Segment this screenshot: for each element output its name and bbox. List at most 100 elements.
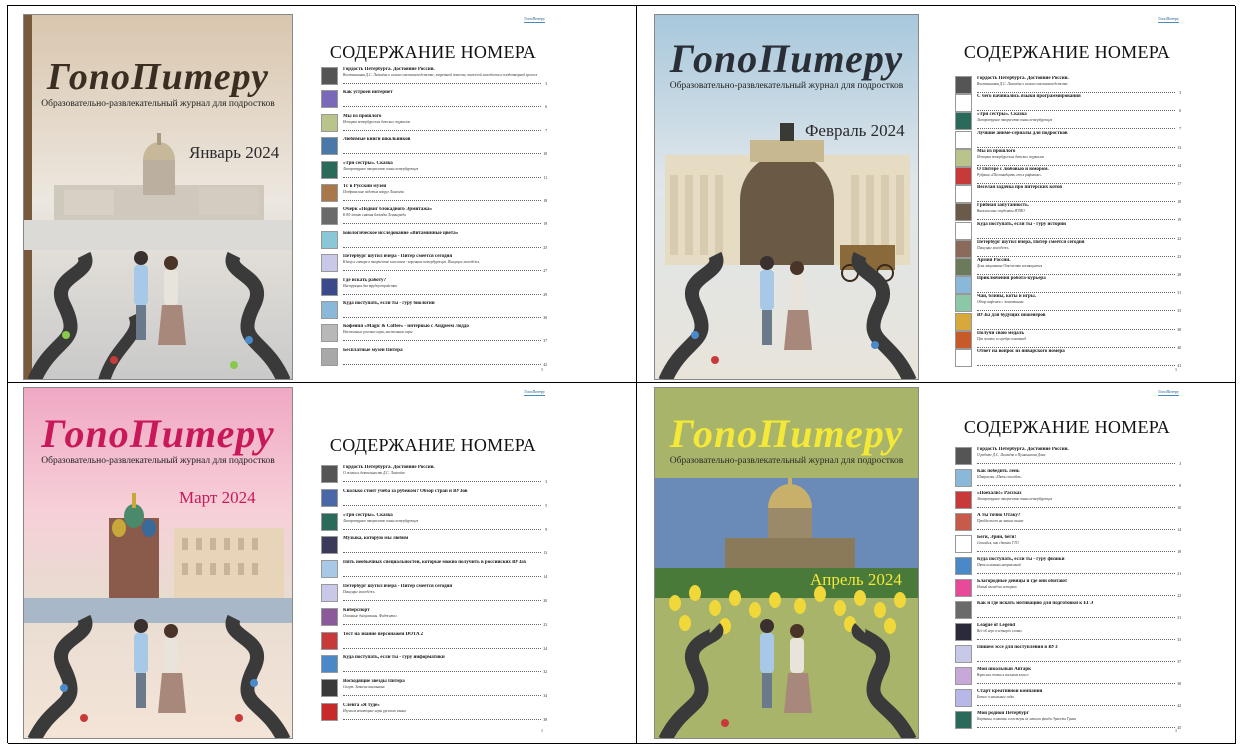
toc-entry[interactable]: Мы из прошлого История петербургских детс… xyxy=(321,113,547,134)
toc-entry[interactable]: Петербург шутил вчера - Питер смеётся се… xyxy=(321,254,547,274)
toc-entry-thumbnail xyxy=(955,349,972,367)
toc-entry[interactable]: Как победить лень Шпаргалка «Пять способо… xyxy=(955,469,1181,489)
toc-entry[interactable]: Биологическое исследование «Витаминные ц… xyxy=(321,230,547,251)
toc-entry-subtitle: Бизнес в школьные годы xyxy=(977,695,1014,699)
toc-entry-thumbnail xyxy=(321,560,338,579)
toc-entry[interactable]: Мой родной Петербург Картины, плакаты и п… xyxy=(955,711,1181,731)
toc-entry-subtitle: Изучаем некоторые игры русского языка xyxy=(343,709,406,713)
toc-entry[interactable]: Мы из прошлого История петербургских детс… xyxy=(955,148,1181,169)
toc-entry[interactable]: Киберспорт Основные дисциплины. Фиджитал 2… xyxy=(321,607,547,628)
toc-entry[interactable]: Гордость Петербурга. Достояние России. Во… xyxy=(955,76,1181,96)
toc-entry-page: 18 xyxy=(1177,550,1181,554)
toc-entry[interactable]: Куда поступать, если ты - гуру физики Пят… xyxy=(955,557,1181,577)
issue-february: ГопоПитеру Образовательно-развлекательны… xyxy=(637,6,1236,383)
toc-entry-title: Приключения робота-курьера xyxy=(977,276,1046,282)
cover-subtitle: Образовательно-развлекательный журнал дл… xyxy=(41,99,275,109)
toc-entry-title: Как победить лень xyxy=(977,469,1020,474)
toc-entry-leader xyxy=(977,661,1175,662)
toc-entry-page: 27 xyxy=(543,269,547,274)
toc-entry-thumbnail xyxy=(321,207,338,226)
toc-entry[interactable]: Куда поступать, если ты - гуру истории 22 xyxy=(955,221,1181,242)
toc-entry[interactable]: Куда поступать, если ты - гуру биологии 3… xyxy=(321,301,547,321)
toc-entry[interactable]: Куда поступать, если ты - гуру информати… xyxy=(321,655,547,675)
toc-entry[interactable]: Сленга «Я туде» Изучаем некоторые игры ру… xyxy=(321,703,547,723)
cover-subtitle: Образовательно-развлекательный журнал дл… xyxy=(41,456,275,466)
cover-march: ГопоПитеру Образовательно-развлекательны… xyxy=(23,387,293,739)
toc-entry-subtitle: О работе Д.С. Лихачёва в Пушкинском Доме xyxy=(977,453,1046,457)
toc-entry[interactable]: Беги, Эрни, беги! Спасайся, как сдавали Г… xyxy=(955,535,1181,555)
toc-entry[interactable]: А ты точно Отаку? Пройди тест на знание а… xyxy=(955,513,1181,533)
toc-entry-page: 30 xyxy=(543,316,547,320)
toc-entry-title: Тс в Русский музей xyxy=(343,184,387,189)
toc-entry[interactable]: Тс в Русский музей Поздравление задетых в… xyxy=(321,184,547,204)
toc-entry-subtitle: Юмор и сатира в творчестве классиков - к… xyxy=(343,260,480,265)
toc-entry[interactable]: Кофейня «Magic & Coffee» - интервью с Ан… xyxy=(321,324,547,344)
toc-entry[interactable]: Любимые книги школьников 10 xyxy=(321,137,547,157)
toc-entry[interactable]: Старт креативной компании Бизнес в школьн… xyxy=(955,689,1181,709)
toc-entry-leader xyxy=(343,363,541,365)
toc-entry[interactable]: Петербург шутил вчера - Питер смеётся се… xyxy=(321,584,547,604)
toc-entry-title: «Три сестры». Сказка xyxy=(977,112,1027,118)
toc-entry[interactable]: «Три сестры». Сказка Литературное творчес… xyxy=(321,512,547,533)
toc-entry[interactable]: Очерк «Подвиг блокадного Эрмитажа» К 80-л… xyxy=(321,207,547,227)
magazine-issues-grid: ГопоПитеру Образовательно-развлекательны… xyxy=(7,5,1236,744)
toc-entry[interactable]: Мой школьный Автарк Взрослая жизнь в вось… xyxy=(955,667,1181,687)
toc-entry-title: League of Legend xyxy=(977,623,1016,628)
toc-entry[interactable]: С чего начинались языки программирования… xyxy=(955,94,1181,114)
cover-title: ГопоПитеру xyxy=(46,56,270,98)
toc-entry[interactable]: О Питере с любовью и юмором. Рубрика «Шес… xyxy=(955,167,1181,187)
toc-entry[interactable]: Как устроен интернет 6 xyxy=(321,90,547,110)
toc-entry[interactable]: «Поехали!» Рассказ Литературное творчеств… xyxy=(955,491,1181,511)
toc-entry[interactable]: Приключения робота-курьера 31 xyxy=(955,276,1181,296)
toc-heading: СОДЕРЖАНИЕ НОМЕРА xyxy=(963,42,1171,62)
toc-entry-leader xyxy=(977,595,1175,596)
toc-entry-title: Мой школьный Автарк xyxy=(977,667,1031,672)
toc-entry-leader xyxy=(977,237,1175,239)
toc-entry-thumbnail xyxy=(321,137,338,156)
toc-entry[interactable]: Восходящие звёзды Питера Спорт. Записки ш… xyxy=(321,679,547,699)
toc-entry[interactable]: Как и где искать мотивацию для подготовк… xyxy=(955,601,1181,621)
toc-entry[interactable]: «Три сестры». Сказка Литературное творчес… xyxy=(955,112,1181,132)
toc-entry[interactable]: ВУЗы для будущих инженеров 38 xyxy=(955,312,1181,333)
toc-entry-title: Сленга «Я туде» xyxy=(343,703,380,708)
toc-entry-thumbnail xyxy=(321,512,338,531)
toc-entry-thumbnail xyxy=(321,536,338,555)
toc-entry-page: 11 xyxy=(543,175,547,180)
toc-entry-leader xyxy=(977,219,1175,221)
toc-entry-page: 29 xyxy=(543,292,547,297)
toc-entry-subtitle: История петербургских детских журналов xyxy=(343,119,410,124)
toc-entry[interactable]: Где искать работу? Инструкция для трудоус… xyxy=(321,277,547,298)
toc-entry-page: 3 xyxy=(545,480,547,484)
toc-entry[interactable]: Чай, блины, коты и игры. Обзор кафешек с … xyxy=(955,294,1181,314)
toc-entry[interactable]: Пишем эссе для поступления в ВУЗ 37 xyxy=(955,645,1181,665)
toc-entry-subtitle: Пишущие молодёжь xyxy=(977,245,1009,250)
toc-brand: ГопоПитеру xyxy=(1158,389,1179,396)
toc-entry[interactable]: Бесплатные музеи Питера 42 xyxy=(321,347,547,368)
toc-entry[interactable]: Грибная запутанность. Внеклассные студент… xyxy=(955,203,1181,223)
toc-entry[interactable]: Ответ на вопрос из январского номера 41 xyxy=(955,349,1181,369)
toc-entry[interactable]: Весёлая задачка про питерских котов 18 xyxy=(955,185,1181,205)
toc-entry[interactable]: League of Legend Всё об игре в четырёх сл… xyxy=(955,623,1181,643)
toc-entry[interactable]: Сколько стоит учёба за рубежом? Обзор ст… xyxy=(321,488,547,509)
toc-entry-leader xyxy=(977,328,1175,330)
toc-entry[interactable]: Петербург шутил вчера, Питер смеётся сег… xyxy=(955,239,1181,260)
toc-entry[interactable]: Лучшие аниме-сериалы для подростков 13 xyxy=(955,130,1181,151)
toc-entry-leader xyxy=(343,647,541,649)
toc-entry-page: 41 xyxy=(1177,364,1181,368)
toc-entry[interactable]: «Три сестры». Сказка Литературное творчес… xyxy=(321,160,547,181)
toc-entry[interactable]: Благородные девицы и где они обитают Новы… xyxy=(955,579,1181,599)
toc-march: ГопоПитеру СОДЕРЖАНИЕ НОМЕРА Гордость Пе… xyxy=(313,387,553,739)
toc-entry-thumbnail xyxy=(955,535,972,553)
toc-entry[interactable]: Пять необычных специальностей, которые м… xyxy=(321,560,547,580)
toc-brand: ГопоПитеру xyxy=(1158,16,1179,23)
toc-entry[interactable]: Музыка, которую мы любим 13 xyxy=(321,536,547,556)
toc-entry[interactable]: Гордость Петербурга. Достояние России. Во… xyxy=(321,67,547,87)
toc-entry-page: 45 xyxy=(1177,726,1181,730)
toc-entry[interactable]: Армия России. День защитника Отечества по… xyxy=(955,258,1181,278)
toc-entry[interactable]: Гордость Петербурга. Достояние России. О … xyxy=(955,447,1181,467)
toc-entry[interactable]: Гордость Петербурга. Достояние России. О … xyxy=(321,465,547,485)
toc-entry[interactable]: Тест на знание персонажей DOTA 2 24 xyxy=(321,631,547,652)
toc-entry-subtitle: Взрослая жизнь в восьмом классе xyxy=(977,673,1029,677)
toc-entry[interactable]: Получи свою медаль Про золото и серебро о… xyxy=(955,330,1181,351)
toc-entry-page: 24 xyxy=(543,646,547,651)
